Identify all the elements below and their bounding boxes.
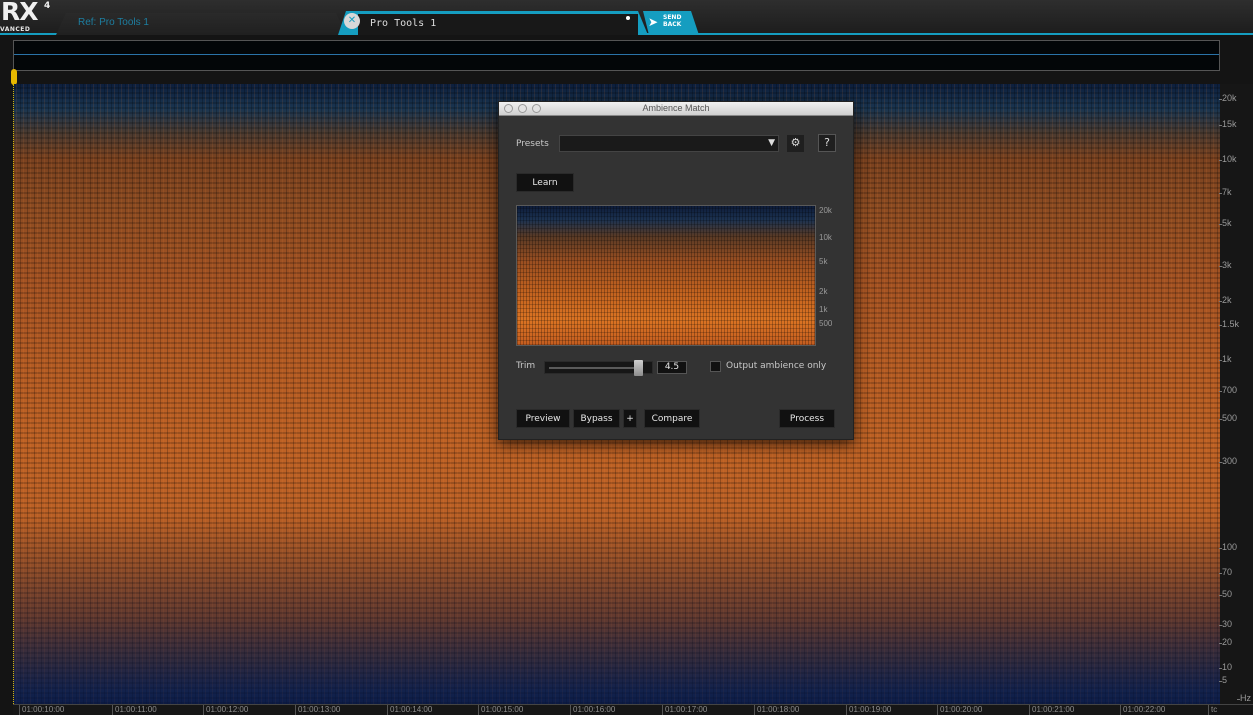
time-label: 01:00:10:00 xyxy=(18,705,65,715)
trim-value-field[interactable]: 4.5 xyxy=(657,361,687,374)
trim-label: Trim xyxy=(516,361,536,371)
trim-slider-thumb[interactable] xyxy=(634,360,643,376)
freq-label: 1k xyxy=(1219,354,1232,364)
logo-text: RX xyxy=(1,0,39,26)
learn-button[interactable]: Learn xyxy=(516,173,574,192)
dialog-title: Ambience Match xyxy=(642,103,710,113)
presets-dropdown[interactable]: ▼ xyxy=(559,135,779,152)
spectrum-freq-label: 20k xyxy=(819,206,832,215)
freq-label: 5k xyxy=(1219,218,1232,228)
logo-version: 4 xyxy=(44,1,51,11)
send-back-label: SEND BACK xyxy=(663,14,682,28)
presets-label: Presets xyxy=(516,139,549,149)
spectrum-freq-label: 10k xyxy=(819,233,832,242)
close-icon[interactable]: ✕ xyxy=(344,13,360,29)
spectrum-texture xyxy=(517,206,815,345)
freq-label: 100 xyxy=(1218,542,1238,552)
compare-button[interactable]: Compare xyxy=(644,409,700,428)
time-label: 01:00:19:00 xyxy=(845,705,892,715)
freq-label: 20k xyxy=(1219,93,1237,103)
freq-label: 5 xyxy=(1218,675,1228,685)
spectrum-freq-label: 1k xyxy=(819,305,828,314)
freq-label: 1.5k xyxy=(1218,319,1240,329)
output-ambience-label: Output ambience only xyxy=(726,361,827,371)
logo-subtitle: VANCED xyxy=(0,26,31,33)
time-unit-label: tc xyxy=(1207,705,1218,715)
chevron-down-icon: ▼ xyxy=(768,138,775,148)
playhead-marker[interactable] xyxy=(11,69,17,85)
freq-label: 300 xyxy=(1218,456,1238,466)
freq-label: 15k xyxy=(1219,119,1237,129)
spectrum-freq-label: 2k xyxy=(819,287,828,296)
tab-active-label: Pro Tools 1 xyxy=(370,18,437,29)
spectrum-freq-label: 500 xyxy=(819,319,833,328)
freq-label: 7k xyxy=(1219,187,1232,197)
freq-unit-label: Hz xyxy=(1237,693,1251,703)
bypass-button[interactable]: Bypass xyxy=(573,409,620,428)
freq-label: 70 xyxy=(1218,567,1233,577)
freq-label: 500 xyxy=(1218,413,1238,423)
send-arrow-icon: ➤ xyxy=(648,15,659,29)
trim-slider-fill xyxy=(549,367,634,369)
freq-label: 10 xyxy=(1218,662,1233,672)
freq-label: 3k xyxy=(1219,260,1232,270)
ambience-spectrum-display xyxy=(516,205,816,346)
time-label: 01:00:15:00 xyxy=(477,705,524,715)
spectrum-freq-label: 5k xyxy=(819,257,828,266)
time-label: 01:00:20:00 xyxy=(936,705,983,715)
time-label: 01:00:17:00 xyxy=(661,705,708,715)
tab-ref-pro-tools[interactable]: Ref: Pro Tools 1 xyxy=(56,13,346,35)
ambience-match-dialog: Ambience Match Presets ▼ ⚙ ? Learn 20k 1… xyxy=(498,101,854,440)
time-label: 01:00:12:00 xyxy=(202,705,249,715)
gear-icon[interactable]: ⚙ xyxy=(787,135,804,152)
rx-logo: RX 4 VANCED xyxy=(0,0,56,35)
freq-label: 10k xyxy=(1219,154,1237,164)
time-label: 01:00:16:00 xyxy=(569,705,616,715)
time-label: 01:00:11:00 xyxy=(112,705,157,715)
trim-slider[interactable] xyxy=(544,360,653,376)
time-label: 01:00:14:00 xyxy=(386,705,433,715)
freq-label: 2k xyxy=(1219,295,1232,305)
output-ambience-checkbox[interactable] xyxy=(710,361,721,372)
waveform-overview[interactable] xyxy=(13,40,1220,71)
time-label: 01:00:21:00 xyxy=(1028,705,1075,715)
unsaved-dot-icon xyxy=(626,16,630,20)
freq-label: 50 xyxy=(1218,589,1233,599)
tab-ref-label: Ref: Pro Tools 1 xyxy=(78,17,149,28)
time-label: 01:00:18:00 xyxy=(753,705,800,715)
freq-label: 30 xyxy=(1218,619,1233,629)
freq-label: 700 xyxy=(1218,385,1238,395)
dialog-titlebar[interactable]: Ambience Match xyxy=(499,102,853,116)
time-label: 01:00:13:00 xyxy=(294,705,341,715)
help-button[interactable]: ? xyxy=(818,134,836,152)
preview-button[interactable]: Preview xyxy=(516,409,570,428)
bypass-add-button[interactable]: + xyxy=(623,409,637,428)
process-button[interactable]: Process xyxy=(779,409,835,428)
time-label: 01:00:22:00 xyxy=(1119,705,1166,715)
freq-label: 20 xyxy=(1218,637,1233,647)
left-ruler xyxy=(13,84,15,704)
